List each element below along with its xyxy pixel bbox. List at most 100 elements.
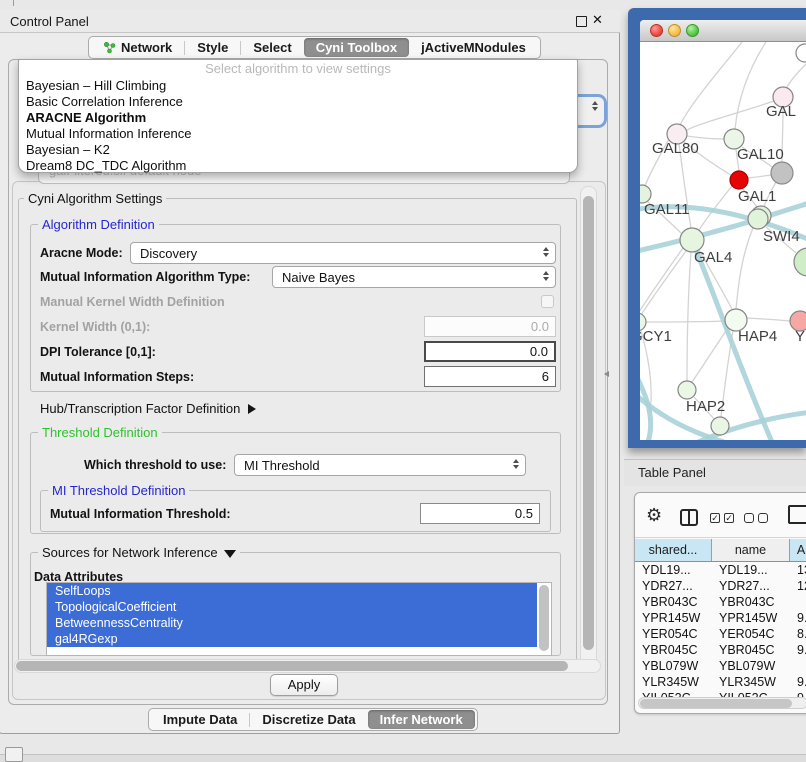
data-attribute-item[interactable]: SelfLoops bbox=[47, 583, 537, 599]
data-attribute-item[interactable]: gal4RGexp bbox=[47, 631, 537, 647]
data-attribute-item[interactable]: TopologicalCoefficient bbox=[47, 599, 537, 615]
cell-name: YLR345W bbox=[712, 674, 790, 690]
minimize-traffic-light[interactable] bbox=[668, 24, 681, 37]
tab-select[interactable]: Select bbox=[241, 38, 303, 57]
table-column-header[interactable]: name bbox=[712, 539, 790, 561]
data-attribute-item[interactable]: BetweennessCentrality bbox=[47, 615, 537, 631]
unchecked-checkbox-icon[interactable] bbox=[758, 513, 768, 523]
checked-checkbox-icon[interactable]: ✓ bbox=[710, 513, 720, 523]
tab-infer-network[interactable]: Infer Network bbox=[368, 710, 475, 729]
kernel-width-field[interactable]: 0.0 bbox=[424, 316, 556, 337]
sources-legend[interactable]: Sources for Network Inference bbox=[38, 546, 240, 559]
network-node-label: HAP4 bbox=[738, 328, 777, 345]
unchecked-checkbox-icon[interactable] bbox=[744, 513, 754, 523]
cell-name: YER054C bbox=[712, 626, 790, 642]
apply-button[interactable]: Apply bbox=[270, 674, 338, 696]
table-horizontal-scrollbar-thumb[interactable] bbox=[640, 699, 792, 708]
stepper-arrows-icon bbox=[592, 101, 598, 111]
algorithm-option[interactable]: Dream8 DC_TDC Algorithm bbox=[19, 158, 577, 174]
network-canvas[interactable]: GALGAL80GAL10GAL1GAL11GAL4SWI4GCY1HAP4YH… bbox=[640, 42, 806, 440]
cell-name: YPR145W bbox=[712, 610, 790, 626]
table-row[interactable]: YDR27...YDR27...12 bbox=[635, 578, 806, 594]
cell-shared-name: YIL052C bbox=[635, 690, 712, 697]
tab-discretize-data[interactable]: Discretize Data bbox=[250, 710, 367, 729]
kernel-width-label: Kernel Width (0,1): bbox=[40, 316, 150, 338]
cell-shared-name: YDL19... bbox=[635, 562, 712, 578]
manual-kernel-width-checkbox[interactable] bbox=[541, 295, 554, 308]
table-body: YDL19...YDL19...13YDR27...YDR27...12YBR0… bbox=[635, 562, 806, 697]
dpi-tolerance-field[interactable]: 0.0 bbox=[424, 341, 556, 362]
network-node[interactable] bbox=[711, 417, 729, 435]
mi-algorithm-type-label: Mutual Information Algorithm Type: bbox=[40, 266, 250, 288]
network-node-hap2[interactable] bbox=[678, 381, 696, 399]
cell-shared-name: YER054C bbox=[635, 626, 712, 642]
tab-cyni-toolbox-label: Cyni Toolbox bbox=[316, 38, 397, 57]
network-edge bbox=[640, 248, 683, 332]
tab-style[interactable]: Style bbox=[185, 38, 240, 57]
close-icon[interactable]: ✕ bbox=[592, 12, 603, 28]
float-window-icon[interactable] bbox=[576, 16, 587, 27]
table-row[interactable]: YBR043CYBR043C bbox=[635, 594, 806, 610]
table-row[interactable]: YER054CYER054C8. bbox=[635, 626, 806, 642]
which-threshold-label: Which threshold to use: bbox=[84, 454, 226, 476]
network-node-label: SWI4 bbox=[763, 228, 800, 245]
mi-steps-field[interactable]: 6 bbox=[424, 366, 556, 387]
gear-icon[interactable]: ⚙ bbox=[646, 505, 662, 526]
mi-threshold-field[interactable]: 0.5 bbox=[420, 503, 540, 524]
tab-impute-data[interactable]: Impute Data bbox=[151, 710, 249, 729]
network-edge bbox=[687, 252, 691, 381]
network-node[interactable] bbox=[796, 44, 806, 62]
network-window-titlebar[interactable] bbox=[640, 20, 806, 42]
which-threshold-select[interactable]: MI Threshold bbox=[234, 454, 526, 476]
algorithm-option[interactable]: Bayesian – K2 bbox=[19, 142, 577, 158]
attributes-scrollbar-thumb[interactable] bbox=[539, 585, 549, 651]
table-row[interactable]: YDL19...YDL19...13 bbox=[635, 562, 806, 578]
panel-collapse-arrow[interactable] bbox=[604, 371, 609, 377]
table-column-header[interactable]: A bbox=[790, 539, 806, 561]
hub-definition-expander[interactable]: Hub/Transcription Factor Definition bbox=[40, 398, 256, 420]
table-column-header[interactable]: shared... bbox=[635, 539, 712, 561]
tab-network[interactable]: Network bbox=[91, 38, 184, 57]
table-row[interactable]: YBL079WYBL079W bbox=[635, 658, 806, 674]
manual-kernel-width-label: Manual Kernel Width Definition bbox=[40, 291, 225, 313]
sources-legend-label: Sources for Network Inference bbox=[42, 545, 218, 560]
tab-cyni-toolbox[interactable]: Cyni Toolbox bbox=[304, 38, 409, 57]
table-row[interactable]: YLR345WYLR345W9. bbox=[635, 674, 806, 690]
table-row[interactable]: YBR045CYBR045C9. bbox=[635, 642, 806, 658]
algorithm-option[interactable]: Basic Correlation Inference bbox=[19, 94, 577, 110]
cell-name: YBR043C bbox=[712, 594, 790, 610]
columns-icon[interactable] bbox=[680, 509, 698, 526]
tab-jactivemnodules[interactable]: jActiveMNodules bbox=[409, 38, 538, 57]
screen: Control Panel ✕ Network Style Select Cyn… bbox=[0, 0, 806, 762]
table-row[interactable]: YPR145WYPR145W9. bbox=[635, 610, 806, 626]
algorithm-option[interactable]: Bayesian – Hill Climbing bbox=[19, 78, 577, 94]
network-edge bbox=[687, 101, 774, 130]
network-node-label: GAL10 bbox=[737, 146, 784, 163]
network-edge bbox=[748, 175, 771, 178]
corner-panel-icon[interactable] bbox=[5, 747, 23, 762]
settings-horizontal-scrollbar-thumb[interactable] bbox=[16, 661, 568, 671]
aracne-mode-label: Aracne Mode: bbox=[40, 242, 123, 264]
network-node[interactable] bbox=[730, 171, 748, 189]
cell-name: YIL052C bbox=[712, 690, 790, 697]
settings-vertical-scrollbar-thumb[interactable] bbox=[583, 196, 594, 650]
network-edge bbox=[641, 251, 686, 315]
toolbar-divider bbox=[635, 537, 806, 538]
network-node-label: GAL11 bbox=[644, 201, 690, 218]
network-node[interactable] bbox=[771, 162, 793, 184]
algorithm-option[interactable]: Mutual Information Inference bbox=[19, 126, 577, 142]
tab-impute-data-label: Impute Data bbox=[163, 710, 237, 729]
cell-value: 8. bbox=[790, 626, 806, 642]
document-icon[interactable] bbox=[788, 505, 806, 524]
close-traffic-light[interactable] bbox=[650, 24, 663, 37]
mi-algorithm-type-select[interactable]: Naive Bayes bbox=[272, 266, 556, 288]
table-row[interactable]: YIL052CYIL052C9 bbox=[635, 690, 806, 697]
network-node-label: GAL1 bbox=[738, 188, 776, 205]
tab-discretize-data-label: Discretize Data bbox=[262, 710, 355, 729]
algorithm-option[interactable]: ARACNE Algorithm bbox=[19, 110, 577, 126]
zoom-traffic-light[interactable] bbox=[686, 24, 699, 37]
bottom-strip bbox=[0, 754, 806, 762]
checked-checkbox-icon[interactable]: ✓ bbox=[724, 513, 734, 523]
network-node-swi4[interactable] bbox=[748, 209, 768, 229]
aracne-mode-select[interactable]: Discovery bbox=[130, 242, 556, 264]
